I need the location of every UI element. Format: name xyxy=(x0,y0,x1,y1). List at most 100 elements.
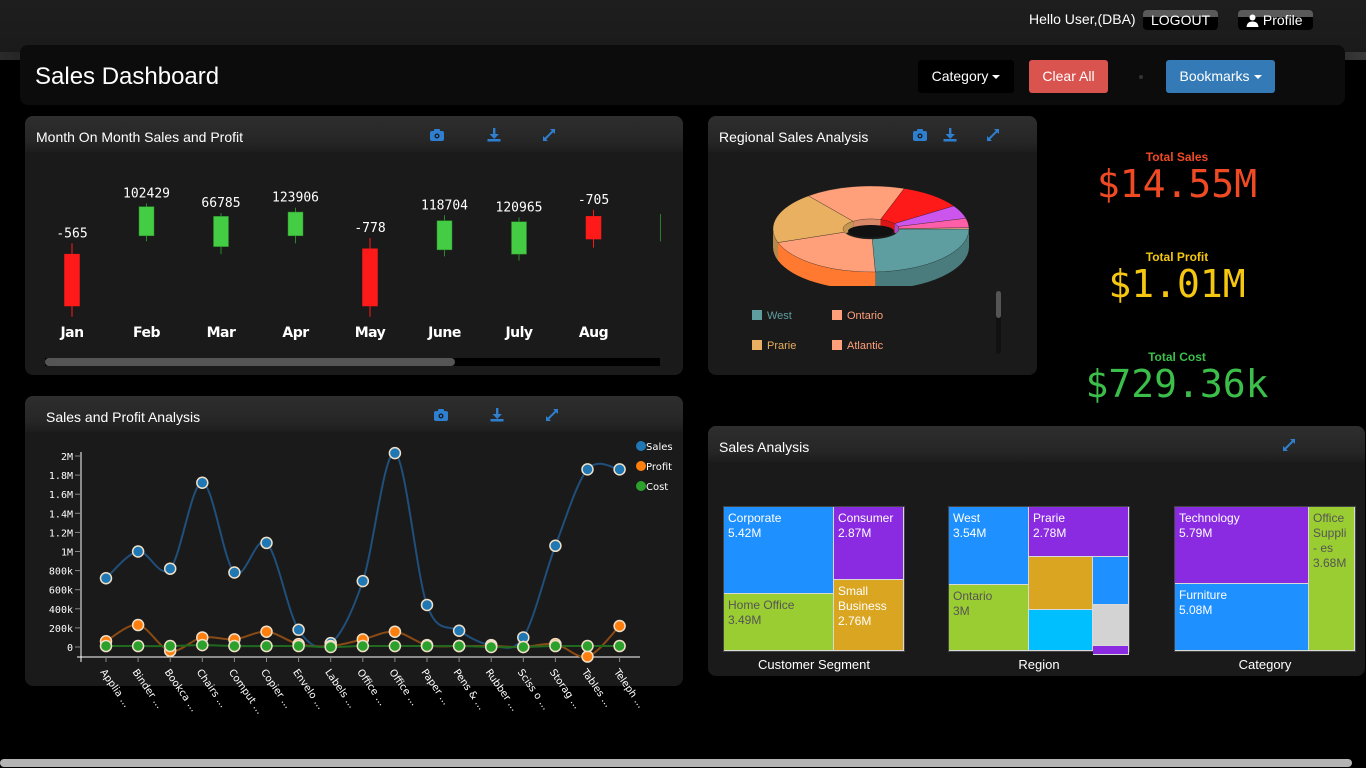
candle-body xyxy=(213,216,229,247)
download-icon[interactable] xyxy=(489,407,505,423)
clear-all-button[interactable]: Clear All xyxy=(1029,60,1108,93)
candle-body xyxy=(138,206,155,237)
treemap-cell-value: 3.49M xyxy=(728,613,762,627)
legend-item-ontario[interactable]: Ontario xyxy=(832,310,883,322)
treemap-cell[interactable]: Small Business 2.76M xyxy=(834,580,904,651)
treemap-cell[interactable]: Corporate 5.42M xyxy=(724,507,834,594)
scrollbar-thumb[interactable] xyxy=(45,358,455,366)
candle-body xyxy=(287,211,304,237)
data-point-cost xyxy=(196,638,209,652)
panel-title: Month On Month Sales and Profit xyxy=(36,129,243,145)
x-tick-label: Jan xyxy=(59,325,83,341)
treemap-cell[interactable]: Ontario 3M xyxy=(949,585,1029,651)
x-tick-label: July xyxy=(504,325,532,341)
x-tick-label: Feb xyxy=(133,325,160,341)
regional-pie-chart xyxy=(772,185,970,286)
candlestick-chart: -565 Jan 102429 Feb 66785 Mar 123906 Apr -778 May… xyxy=(56,156,665,346)
panel-title: Regional Sales Analysis xyxy=(719,129,869,145)
legend-label: West xyxy=(767,310,792,322)
x-tick-label: Labels ... xyxy=(322,667,357,710)
legend-item-prarie[interactable]: Prarie xyxy=(752,340,796,352)
treemap-cell[interactable]: Home Office 3.49M xyxy=(724,594,834,651)
sales-profit-analysis-panel: Sales and Profit Analysis 0 200k 400k 600k 8… xyxy=(25,396,683,716)
kpi-total-profit: Total Profit $1.01M xyxy=(1057,250,1297,304)
legend-item-west[interactable]: West xyxy=(752,310,792,322)
data-point-cost xyxy=(549,639,562,653)
data-point-cost xyxy=(420,639,434,653)
data-point-cost xyxy=(613,639,626,653)
kpi-value: $1.01M xyxy=(1108,262,1246,306)
expand-icon[interactable] xyxy=(541,127,557,143)
y-tick-label: 0 xyxy=(67,643,73,654)
y-tick-label: 400k xyxy=(49,605,73,616)
treemap-cell[interactable] xyxy=(1093,646,1129,655)
data-point-sales xyxy=(420,598,434,612)
x-tick-label: Pens & ... xyxy=(451,667,487,712)
x-tick-label: Apr xyxy=(282,325,309,341)
candle-body xyxy=(511,221,527,255)
data-point-sales xyxy=(388,446,402,460)
horizontal-scrollbar[interactable] xyxy=(45,358,660,366)
x-tick-label: Sciss o ... xyxy=(515,667,551,712)
x-tick-label: Chairs ... xyxy=(194,667,228,710)
treemap-cell-label: Office Suppli- es xyxy=(1313,511,1347,555)
treemap-cell[interactable]: West 3.54M xyxy=(949,507,1029,585)
legend-swatch xyxy=(832,310,842,320)
kpi-total-sales: Total Sales $14.55M xyxy=(1057,150,1297,204)
treemap-cell[interactable] xyxy=(1093,605,1129,646)
expand-icon[interactable] xyxy=(985,127,1001,143)
expand-icon[interactable] xyxy=(544,407,560,423)
data-point-cost xyxy=(484,640,498,654)
treemap-cell[interactable] xyxy=(1029,557,1093,610)
download-icon[interactable] xyxy=(486,127,502,143)
treemap-cell-label: Prarie xyxy=(1033,511,1066,525)
legend-label: Ontario xyxy=(847,310,884,322)
camera-icon[interactable] xyxy=(912,127,928,143)
x-tick-label: Bookca ... xyxy=(162,667,199,714)
legend-marker xyxy=(636,461,646,471)
expand-icon[interactable] xyxy=(1281,437,1297,453)
caret-down-icon xyxy=(1253,75,1262,79)
treemap-cell[interactable]: Technology 5.79M xyxy=(1175,507,1309,584)
legend-scrollbar[interactable] xyxy=(996,291,1001,354)
data-point-cost xyxy=(356,639,370,653)
camera-icon[interactable] xyxy=(433,407,449,423)
panel-header: Sales and Profit Analysis xyxy=(25,396,683,432)
profile-button[interactable]: Profile xyxy=(1238,10,1313,30)
treemap-cell[interactable] xyxy=(1093,557,1129,605)
treemap-cell[interactable]: Furniture 5.08M xyxy=(1175,584,1309,651)
treemap-cell[interactable]: Consumer 2.87M xyxy=(834,507,904,580)
camera-icon[interactable] xyxy=(429,127,445,143)
treemap-cell[interactable]: Office Suppli- es 3.68M xyxy=(1309,507,1355,651)
legend-swatch xyxy=(752,340,762,350)
logout-button[interactable]: LOGOUT xyxy=(1143,10,1218,30)
treemap-cell-value: 5.08M xyxy=(1179,603,1213,617)
scrollbar-thumb[interactable] xyxy=(996,291,1001,318)
y-tick-label: 1.6M xyxy=(49,490,73,501)
data-point-profit xyxy=(388,625,402,638)
mom-sales-profit-panel: Month On Month Sales and Profit -565 Jan 1… xyxy=(25,116,683,375)
category-dropdown[interactable]: Category xyxy=(918,60,1014,93)
treemap-cell[interactable]: Prarie 2.78M xyxy=(1029,507,1129,557)
y-tick-label: 200k xyxy=(49,624,73,635)
download-icon[interactable] xyxy=(942,127,958,143)
legend-marker xyxy=(636,481,646,491)
candle-body xyxy=(436,220,453,251)
data-point-sales xyxy=(131,545,145,558)
treemap-cell[interactable] xyxy=(1029,610,1093,651)
panel-title: Sales and Profit Analysis xyxy=(46,409,201,425)
bookmarks-dropdown[interactable]: Bookmarks xyxy=(1166,60,1275,93)
data-point-sales xyxy=(292,623,305,637)
data-point-cost xyxy=(131,639,145,653)
legend-swatch xyxy=(752,310,762,320)
legend-item-atlantic[interactable]: Atlantic xyxy=(832,340,883,352)
data-point-profit xyxy=(581,650,594,663)
data-point-sales xyxy=(99,571,113,585)
panel-title: Sales Analysis xyxy=(719,439,810,455)
data-point-profit xyxy=(260,625,273,638)
legend-label: Prarie xyxy=(767,340,797,352)
legend-label: Atlantic xyxy=(847,340,884,352)
page-horizontal-scrollbar[interactable] xyxy=(0,759,1352,767)
treemap-cell-label: Home Office xyxy=(728,598,795,612)
data-point-sales xyxy=(196,476,209,489)
